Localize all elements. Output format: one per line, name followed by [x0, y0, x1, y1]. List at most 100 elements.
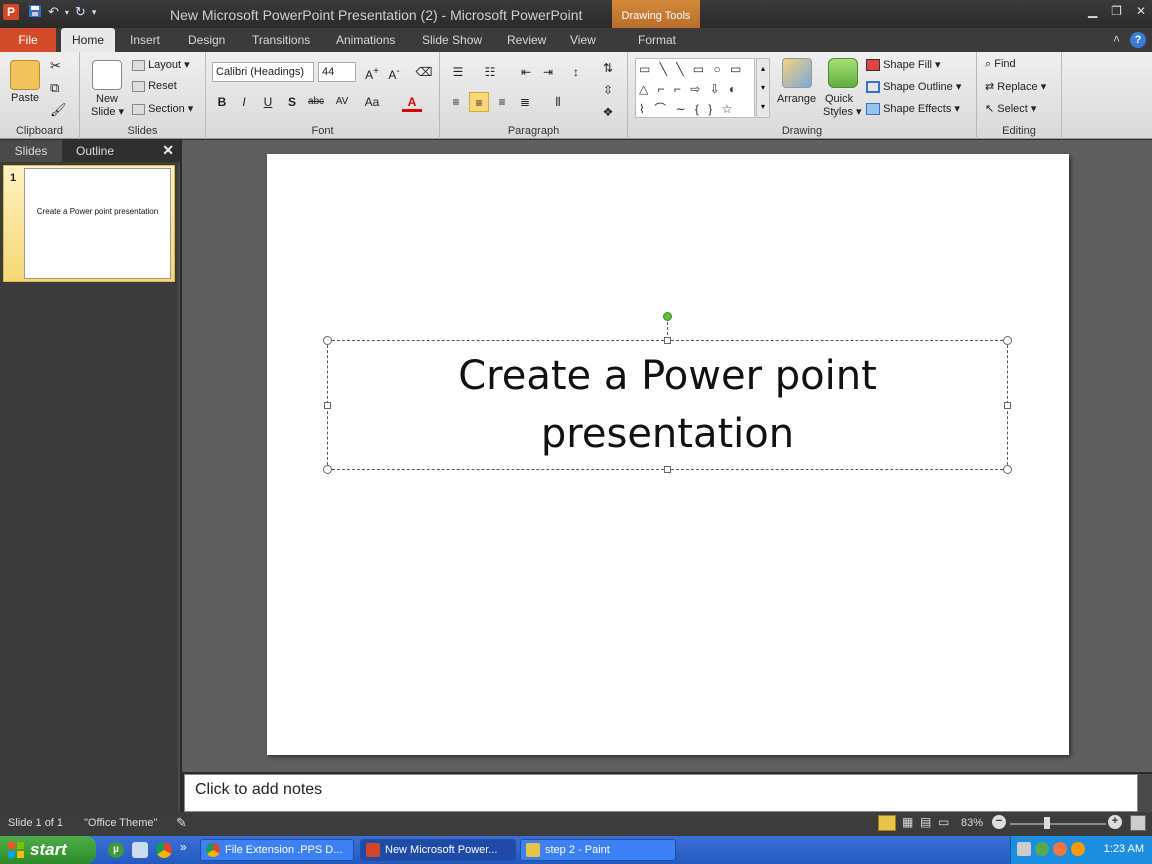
- shapes-gallery[interactable]: ▭ ╲ ╲ ▭ ○ ▭ △ ⌐ ⌐ ⇨ ⇩ ◐ ⌇ ⌒ ∼ { } ☆: [635, 58, 755, 118]
- select-button[interactable]: ↖ Select ▾: [985, 102, 1036, 115]
- reset-button[interactable]: Reset: [132, 80, 177, 92]
- tab-format[interactable]: Format: [630, 28, 684, 52]
- security-icon[interactable]: [1035, 842, 1049, 856]
- taskbar-item-powerpoint[interactable]: New Microsoft Power...: [360, 839, 516, 861]
- slide-show-icon[interactable]: ▭: [938, 815, 949, 829]
- notes-pane[interactable]: Click to add notes: [184, 774, 1138, 812]
- close-icon[interactable]: ✕: [1136, 4, 1146, 18]
- quick-styles-icon[interactable]: [828, 58, 858, 88]
- replace-button[interactable]: ⇄ Replace ▾: [985, 80, 1046, 93]
- italic-button[interactable]: I: [234, 92, 254, 112]
- utorrent-icon[interactable]: µ: [108, 842, 124, 858]
- redo-icon[interactable]: ↻: [75, 4, 86, 20]
- find-button[interactable]: ⌕ Find: [985, 58, 1016, 71]
- resize-handle-bottom-right[interactable]: [1003, 465, 1012, 474]
- restore-icon[interactable]: ❐: [1111, 4, 1122, 18]
- title-placeholder[interactable]: Create a Power point presentation: [327, 340, 1008, 470]
- resize-handle-top[interactable]: [664, 337, 671, 344]
- zoom-out-icon[interactable]: −: [992, 815, 1006, 829]
- paste-icon[interactable]: [10, 60, 40, 90]
- tab-slide-show[interactable]: Slide Show: [414, 28, 490, 52]
- text-shadow-button[interactable]: S: [282, 92, 302, 112]
- tab-review[interactable]: Review: [499, 28, 554, 52]
- customize-qat-icon[interactable]: ▾: [92, 7, 97, 18]
- slide-sorter-icon[interactable]: ▦: [902, 815, 913, 829]
- shapes-gallery-scroll[interactable]: ▴ ▾ ▾: [756, 58, 770, 118]
- justify-icon[interactable]: ≣: [515, 92, 535, 112]
- slide-canvas[interactable]: Create a Power point presentation: [267, 154, 1069, 755]
- start-button[interactable]: start: [0, 836, 96, 864]
- grow-font-icon[interactable]: A+: [362, 62, 382, 82]
- theme-name[interactable]: "Office Theme": [84, 817, 157, 829]
- zoom-in-icon[interactable]: +: [1108, 815, 1122, 829]
- tray-app-icon[interactable]: [1053, 842, 1067, 856]
- text-direction-icon[interactable]: ⇅: [598, 58, 618, 78]
- resize-handle-right[interactable]: [1004, 402, 1011, 409]
- font-name-select[interactable]: Calibri (Headings): [212, 62, 314, 82]
- minimize-icon[interactable]: ▁: [1088, 4, 1097, 18]
- convert-smartart-icon[interactable]: ❖: [598, 102, 618, 122]
- minimize-ribbon-icon[interactable]: ˄: [1113, 32, 1120, 48]
- copy-icon[interactable]: ⧉: [50, 80, 59, 96]
- resize-handle-top-left[interactable]: [323, 336, 332, 345]
- network-shortcut-icon[interactable]: [132, 842, 148, 858]
- normal-view-icon[interactable]: [878, 815, 896, 831]
- network-icon[interactable]: [1017, 842, 1031, 856]
- bold-button[interactable]: B: [212, 92, 232, 112]
- align-right-icon[interactable]: ≡: [492, 92, 512, 112]
- quick-launch-more-icon[interactable]: »: [180, 840, 187, 854]
- help-icon[interactable]: ?: [1130, 32, 1146, 48]
- taskbar-item-chrome[interactable]: File Extension .PPS D...: [200, 839, 354, 861]
- undo-icon[interactable]: ↶: [48, 4, 59, 20]
- columns-icon[interactable]: ⫴: [548, 92, 568, 112]
- bullets-icon[interactable]: ☰: [448, 62, 468, 82]
- resize-handle-bottom-left[interactable]: [323, 465, 332, 474]
- align-text-icon[interactable]: ⇳: [598, 80, 618, 100]
- fit-to-window-icon[interactable]: [1130, 815, 1146, 831]
- increase-indent-icon[interactable]: ⇥: [538, 62, 558, 82]
- notes-scrollbar[interactable]: [1138, 774, 1152, 812]
- chrome-icon[interactable]: [156, 842, 172, 858]
- shape-fill-button[interactable]: Shape Fill ▾: [866, 58, 941, 72]
- character-spacing-button[interactable]: AV: [332, 92, 352, 112]
- close-panel-icon[interactable]: ✕: [162, 142, 174, 159]
- slide-thumbnail-item[interactable]: 1 Create a Power point presentation: [3, 165, 175, 282]
- tab-outline[interactable]: Outline: [64, 140, 126, 162]
- layout-button[interactable]: Layout ▾: [132, 58, 190, 71]
- font-color-icon[interactable]: A: [402, 92, 422, 112]
- line-spacing-icon[interactable]: ↕: [566, 62, 586, 82]
- font-size-select[interactable]: 44: [318, 62, 356, 82]
- arrange-icon[interactable]: [782, 58, 812, 88]
- tab-design[interactable]: Design: [180, 28, 233, 52]
- spell-check-icon[interactable]: ✎: [176, 815, 187, 831]
- format-painter-icon[interactable]: 🖌: [50, 102, 67, 118]
- resize-handle-left[interactable]: [324, 402, 331, 409]
- new-slide-button-line1[interactable]: New: [96, 93, 118, 105]
- strikethrough-button[interactable]: abc: [306, 92, 326, 112]
- paste-button[interactable]: Paste: [11, 92, 39, 104]
- change-case-button[interactable]: Aa: [362, 92, 382, 112]
- shape-outline-button[interactable]: Shape Outline ▾: [866, 80, 961, 94]
- tray-alert-icon[interactable]: [1071, 842, 1085, 856]
- section-button[interactable]: Section ▾: [132, 102, 193, 115]
- tab-animations[interactable]: Animations: [328, 28, 403, 52]
- taskbar-item-paint[interactable]: step 2 - Paint: [520, 839, 676, 861]
- zoom-level[interactable]: 83%: [961, 817, 983, 829]
- arrange-button[interactable]: Arrange: [777, 93, 816, 105]
- new-slide-icon[interactable]: [92, 60, 122, 90]
- quick-styles-line1[interactable]: Quick: [825, 93, 853, 105]
- shape-effects-button[interactable]: Shape Effects ▾: [866, 102, 960, 116]
- shrink-font-icon[interactable]: A-: [384, 62, 404, 82]
- underline-button[interactable]: U: [258, 92, 278, 112]
- slide-thumbnail[interactable]: Create a Power point presentation: [24, 168, 171, 279]
- decrease-indent-icon[interactable]: ⇤: [516, 62, 536, 82]
- powerpoint-app-icon[interactable]: P: [3, 4, 19, 20]
- cut-icon[interactable]: ✂: [50, 58, 61, 74]
- tab-file[interactable]: File: [0, 28, 56, 52]
- reading-view-icon[interactable]: ▤: [920, 815, 931, 829]
- save-icon[interactable]: [28, 4, 42, 21]
- tab-transitions[interactable]: Transitions: [244, 28, 318, 52]
- clear-formatting-icon[interactable]: ⌫: [414, 62, 434, 82]
- new-slide-button-line2[interactable]: Slide ▾: [91, 105, 124, 118]
- tab-slides[interactable]: Slides: [0, 140, 62, 162]
